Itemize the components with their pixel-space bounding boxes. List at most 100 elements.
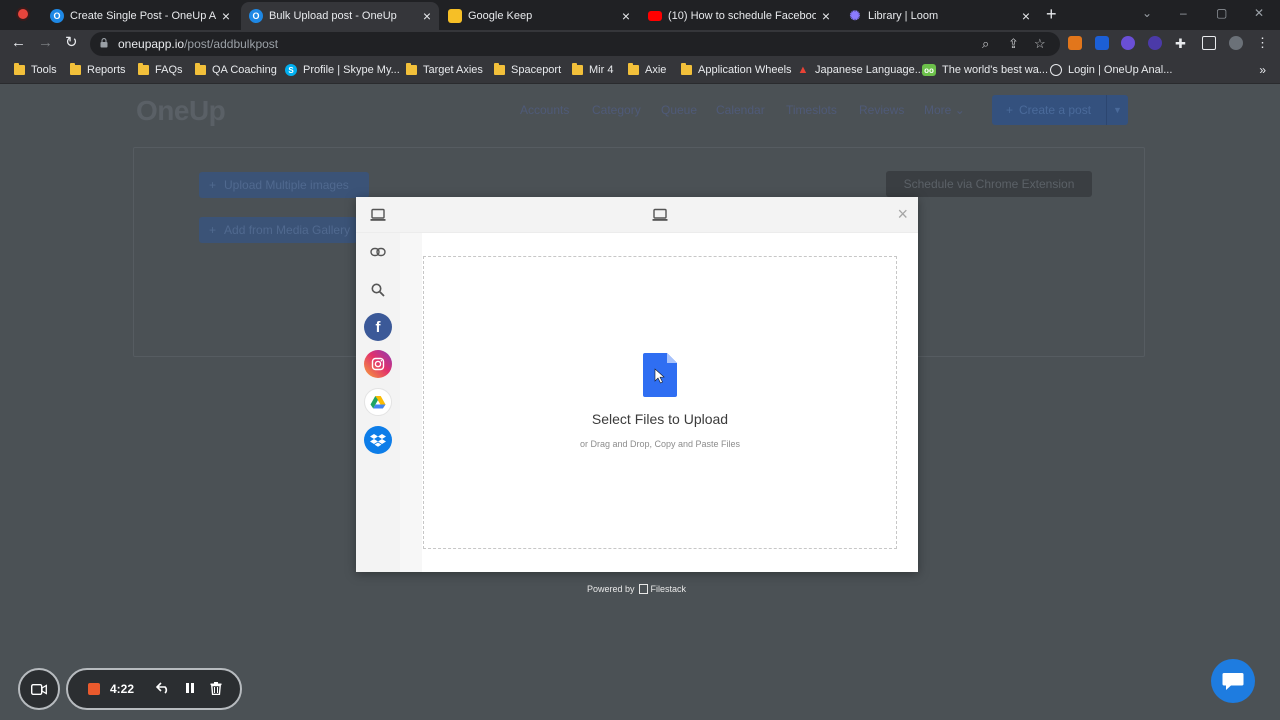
plus-icon: +	[209, 178, 217, 192]
tab-title: (10) How to schedule Facebook P	[668, 10, 816, 22]
tab-youtube[interactable]: (10) How to schedule Facebook P ×	[640, 2, 838, 30]
metamask-extension-icon[interactable]	[1068, 36, 1082, 50]
reload-icon[interactable]: ↻	[65, 35, 78, 51]
tab-title: Google Keep	[468, 10, 533, 22]
url-text: oneupapp.io/post/addbulkpost	[118, 37, 278, 51]
browser-toolbar: ← → ↻ oneupapp.io/post/addbulkpost ⌕ ⇪ ☆	[0, 30, 1280, 58]
file-drop-zone[interactable]: Select Files to Upload or Drag and Drop,…	[423, 256, 897, 549]
nav-timeslots[interactable]: Timeslots	[786, 103, 837, 117]
folder-icon	[572, 63, 583, 75]
maximize-icon[interactable]: ▢	[1216, 6, 1227, 20]
nav-reviews[interactable]: Reviews	[859, 103, 904, 117]
link-icon[interactable]	[364, 238, 392, 266]
close-tab-icon[interactable]: ×	[222, 8, 230, 24]
address-bar[interactable]: oneupapp.io/post/addbulkpost ⌕ ⇪ ☆	[90, 32, 1060, 56]
nav-queue[interactable]: Queue	[661, 103, 697, 117]
side-panel-icon[interactable]	[1202, 36, 1216, 50]
close-tab-icon[interactable]: ×	[1022, 8, 1030, 24]
bookmark-reports[interactable]: Reports	[70, 63, 126, 76]
stop-recording-button[interactable]	[88, 683, 100, 695]
powered-by-filestack[interactable]: Powered by Filestack	[587, 584, 686, 594]
bookmark-oneup-analytics[interactable]: Login | OneUp Anal...	[1050, 64, 1172, 76]
tab-google-keep[interactable]: Google Keep ×	[440, 2, 638, 30]
folder-icon	[70, 63, 81, 75]
lock-icon	[100, 38, 108, 48]
extension-icon[interactable]	[1095, 36, 1109, 50]
bookmarks-overflow-icon[interactable]: »	[1259, 63, 1266, 77]
undo-icon[interactable]	[156, 682, 170, 694]
bookmark-japanese-language[interactable]: ▲ Japanese Language...	[797, 64, 924, 76]
chevron-down-icon: ⌄	[954, 103, 965, 117]
add-from-media-gallery-button[interactable]: + Add from Media Gallery	[199, 217, 357, 243]
close-window-icon[interactable]: ✕	[1254, 6, 1264, 20]
nav-more[interactable]: More ⌄	[924, 103, 965, 117]
minimize-icon[interactable]: –	[1180, 6, 1187, 20]
nav-category[interactable]: Category	[592, 103, 641, 117]
file-picker-modal: f × Select Files to Upload or Drag and D…	[356, 197, 918, 572]
tab-bulk-upload-post[interactable]: O Bulk Upload post - OneUp ×	[241, 2, 439, 30]
folder-icon	[138, 63, 149, 75]
tab-search-icon[interactable]: ⌄	[1142, 6, 1152, 20]
bookmark-qa-coaching[interactable]: QA Coaching	[195, 63, 277, 76]
file-upload-icon[interactable]	[643, 353, 677, 397]
bookmark-skype-profile[interactable]: S Profile | Skype My...	[285, 64, 400, 76]
bookmark-worlds-best[interactable]: oo The world's best wa...	[922, 64, 1048, 76]
tab-loom-library[interactable]: ✺ Library | Loom ×	[840, 2, 1038, 30]
plus-icon: +	[209, 223, 217, 237]
skype-icon: S	[285, 64, 297, 76]
select-files-title[interactable]: Select Files to Upload	[424, 411, 896, 427]
support-chat-button[interactable]	[1211, 659, 1255, 703]
folder-icon	[14, 63, 25, 75]
bookmark-target-axies[interactable]: Target Axies	[406, 63, 483, 76]
bookmark-faqs[interactable]: FAQs	[138, 63, 183, 76]
image-search-icon[interactable]	[364, 276, 392, 304]
google-keep-icon	[448, 9, 462, 23]
new-tab-button[interactable]: +	[1046, 4, 1057, 25]
share-icon[interactable]: ⇪	[1008, 36, 1019, 52]
oneup-icon: O	[50, 9, 64, 23]
close-tab-icon[interactable]: ×	[822, 8, 830, 24]
nav-calendar[interactable]: Calendar	[716, 103, 765, 117]
zoom-icon[interactable]: ⌕	[982, 36, 989, 52]
url-domain: oneupapp.io	[118, 37, 185, 51]
trash-icon[interactable]	[210, 682, 222, 695]
camera-icon	[31, 683, 47, 695]
facebook-icon[interactable]: f	[364, 313, 392, 341]
bookmark-tools[interactable]: Tools	[14, 63, 57, 76]
loom-extension-icon[interactable]	[1148, 36, 1162, 50]
oneup-icon: O	[249, 9, 263, 23]
my-device-icon[interactable]	[364, 201, 392, 229]
instagram-icon[interactable]	[364, 350, 392, 378]
bookmark-application-wheels[interactable]: Application Wheels	[681, 63, 792, 76]
forward-icon[interactable]: →	[38, 35, 53, 51]
folder-icon	[406, 63, 417, 75]
close-tab-icon[interactable]: ×	[622, 8, 630, 24]
google-drive-icon[interactable]	[364, 388, 392, 416]
drag-drop-hint: or Drag and Drop, Copy and Paste Files	[579, 439, 741, 449]
chevron-down-icon[interactable]: ▼	[1106, 95, 1128, 125]
filestack-icon	[638, 584, 648, 594]
nav-accounts[interactable]: Accounts	[520, 103, 569, 117]
close-tab-icon[interactable]: ×	[423, 8, 431, 24]
bookmark-star-icon[interactable]: ☆	[1034, 36, 1046, 52]
extension-icon[interactable]	[1121, 36, 1135, 50]
back-icon[interactable]: ←	[11, 35, 26, 51]
pause-icon[interactable]	[184, 682, 196, 694]
bookmark-axie[interactable]: Axie	[628, 63, 666, 76]
dropbox-icon[interactable]	[364, 426, 392, 454]
browser-tab-strip: O Create Single Post - OneUp App × O Bul…	[0, 0, 1280, 30]
recording-timer: 4:22	[110, 682, 135, 696]
loom-camera-button[interactable]	[18, 668, 60, 710]
profile-avatar[interactable]	[1229, 36, 1243, 50]
create-post-button[interactable]: + Create a post ▼	[992, 95, 1128, 125]
menu-kebab-icon[interactable]: ⋮	[1256, 36, 1270, 50]
puzzle-extensions-icon[interactable]: ✚	[1175, 36, 1189, 51]
upload-multiple-images-button[interactable]: + Upload Multiple images	[199, 172, 369, 198]
folder-icon	[628, 63, 639, 75]
schedule-chrome-extension-button[interactable]: Schedule via Chrome Extension	[886, 171, 1092, 197]
tab-create-single-post[interactable]: O Create Single Post - OneUp App ×	[42, 2, 238, 30]
bookmark-mir4[interactable]: Mir 4	[572, 63, 613, 76]
plus-icon: +	[1006, 103, 1014, 117]
bookmark-spaceport[interactable]: Spaceport	[494, 63, 561, 76]
close-modal-icon[interactable]: ×	[897, 205, 908, 223]
